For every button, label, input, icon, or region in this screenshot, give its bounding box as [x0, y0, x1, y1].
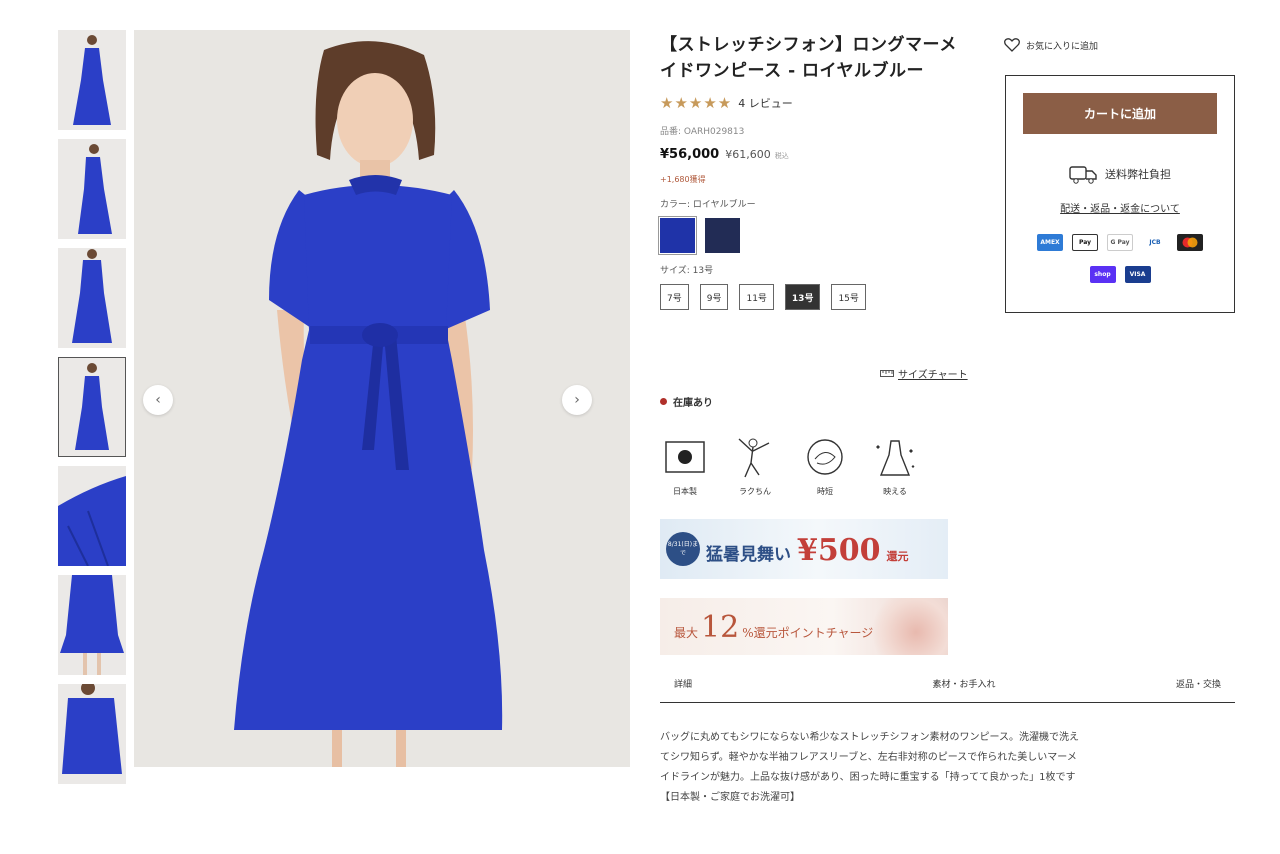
visa-icon: VISA [1124, 266, 1151, 283]
stock-status: 在庫あり [660, 394, 713, 409]
ruler-icon [880, 370, 894, 377]
detail-tabs: 詳細 素材・お手入れ 返品・交換 [660, 671, 1235, 703]
campaign-title: 猛暑見舞い [706, 545, 791, 565]
tab-details[interactable]: 詳細 [674, 677, 692, 690]
campaign-amount: ¥500 [797, 533, 881, 568]
mastercard-icon [1177, 234, 1203, 251]
gallery-next-button[interactable]: › [562, 385, 592, 415]
payment-methods-row-1: AMEX Pay G Pay JCB [1006, 234, 1234, 251]
feature-label: ラクちん [739, 487, 771, 496]
chevron-right-icon: › [574, 392, 580, 408]
sale-price: ¥56,000 [660, 147, 720, 162]
point-number: 12 [701, 610, 740, 645]
thumbnail-7[interactable] [58, 684, 126, 784]
time-saving-icon [807, 439, 843, 475]
thumbnail-strip [58, 30, 126, 793]
payment-methods-row-2: shop VISA [1006, 266, 1234, 283]
chevron-left-icon: ‹ [155, 392, 161, 408]
size-options: 7号 9号 11号 13号 15号 [660, 284, 990, 310]
sku: 品番: OARH029813 [660, 127, 745, 137]
heart-icon [1004, 38, 1020, 52]
feature-made-in-japan: 日本製 [660, 434, 710, 497]
size-13[interactable]: 13号 [784, 284, 821, 310]
price-row: ¥56,000 ¥61,600 税込 [660, 147, 990, 162]
points-earned: +1,680獲得 [660, 175, 706, 184]
size-chart-link[interactable]: サイズチャート [880, 366, 968, 381]
add-to-favorites[interactable]: お気に入りに追加 [1004, 38, 1098, 52]
feature-label: 時短 [817, 487, 833, 496]
thumbnail-3[interactable] [58, 248, 126, 348]
product-description: バッグに丸めてもシワにならない希少なストレッチシフォン素材のワンピース。洗濯機で… [660, 732, 1079, 803]
made-in-japan-icon [665, 441, 705, 473]
feature-time-saving: 時短 [800, 434, 850, 497]
stock-dot-icon [660, 398, 667, 405]
favorite-label: お気に入りに追加 [1026, 41, 1099, 52]
point-text: 最大 12 %還元ポイントチャージ [674, 610, 873, 645]
add-to-cart-button[interactable]: カートに追加 [1023, 93, 1217, 134]
campaign-date-badge: 8/31(日)まで [666, 532, 700, 566]
stock-label: 在庫あり [673, 398, 713, 409]
swatch-royal-blue[interactable] [658, 216, 697, 255]
original-price: ¥61,600 [725, 148, 771, 161]
size-7[interactable]: 7号 [660, 284, 689, 310]
flattering-icon [876, 440, 915, 476]
banner-decoration [868, 598, 948, 655]
feature-label: 映える [883, 487, 907, 496]
comfort-icon [738, 438, 770, 478]
feature-label: 日本製 [673, 487, 697, 496]
main-product-image: ‹ › [134, 30, 630, 767]
feature-flattering: 映える [870, 434, 920, 497]
thumbnail-1[interactable] [58, 30, 126, 130]
shipping-policy-link[interactable]: 配送・返品・返金について [1006, 200, 1234, 215]
size-11[interactable]: 11号 [739, 284, 774, 310]
apple-pay-icon: Pay [1072, 234, 1098, 251]
swatch-navy[interactable] [705, 218, 740, 253]
size-15[interactable]: 15号 [831, 284, 866, 310]
cart-box: カートに追加 送料弊社負担 配送・返品・返金について AMEX Pay G Pa… [1005, 75, 1235, 313]
product-title: 【ストレッチシフォン】ロングマーメイドワンピース - ロイヤルブルー [660, 35, 957, 81]
color-label: カラー: ロイヤルブルー [660, 200, 756, 210]
shipping-info: 送料弊社負担 [1006, 164, 1234, 184]
tab-returns[interactable]: 返品・交換 [1176, 677, 1221, 690]
size-chart-label: サイズチャート [898, 370, 968, 381]
point-suffix: %還元ポイントチャージ [742, 626, 874, 640]
color-swatches [658, 216, 990, 255]
product-info: 【ストレッチシフォン】ロングマーメイドワンピース - ロイヤルブルー ★★★★★… [658, 32, 990, 310]
campaign-text: 猛暑見舞い ¥500 還元 [706, 533, 909, 568]
model-photo [134, 30, 630, 767]
thumbnail-4-active[interactable] [58, 357, 126, 457]
point-prefix: 最大 [674, 626, 699, 640]
size-label: サイズ: 13号 [660, 266, 714, 276]
jcb-icon: JCB [1142, 234, 1168, 251]
thumbnail-2[interactable] [58, 139, 126, 239]
size-9[interactable]: 9号 [699, 284, 729, 310]
tab-material-care[interactable]: 素材・お手入れ [932, 677, 995, 690]
feature-comfort: ラクちん [730, 434, 780, 497]
thumbnail-6[interactable] [58, 575, 126, 675]
shop-pay-icon: shop [1089, 266, 1116, 283]
campaign-unit: 還元 [886, 550, 909, 563]
tax-label: 税込 [774, 152, 789, 160]
thumbnail-5[interactable] [58, 466, 126, 566]
gallery-prev-button[interactable]: ‹ [143, 385, 173, 415]
review-count: 4 レビュー [738, 97, 793, 110]
summer-campaign-banner[interactable]: 8/31(日)まで 猛暑見舞い ¥500 還元 [660, 519, 948, 579]
amex-icon: AMEX [1037, 234, 1063, 251]
truck-icon [1069, 166, 1097, 184]
feature-icons: 日本製 ラクちん 時短 映える [660, 434, 920, 497]
star-rating-icon: ★★★★★ [660, 94, 733, 112]
shipping-label: 送料弊社負担 [1105, 168, 1171, 181]
point-charge-banner[interactable]: 最大 12 %還元ポイントチャージ [660, 598, 948, 655]
google-pay-icon: G Pay [1107, 234, 1133, 251]
rating[interactable]: ★★★★★ 4 レビュー [660, 94, 990, 112]
